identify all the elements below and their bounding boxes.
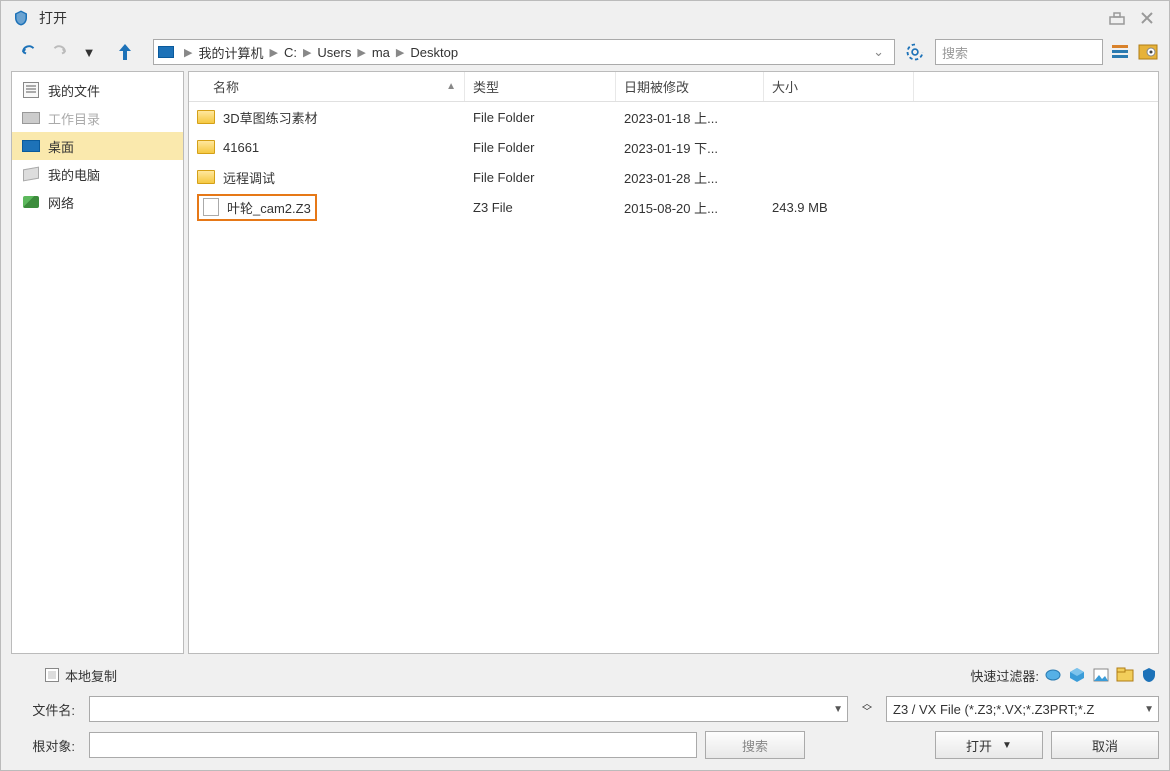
sidebar-item-workdir[interactable]: 工作目录 <box>12 104 183 132</box>
col-header-size[interactable]: 大小 <box>764 72 914 101</box>
table-row[interactable]: 叶轮_cam2.Z3 Z3 File 2015-08-20 上... 243.9… <box>189 192 1158 222</box>
filter-icon-3[interactable] <box>1091 665 1111 685</box>
breadcrumb-dropdown[interactable]: ⌄ <box>867 44 890 60</box>
app-icon <box>11 8 31 28</box>
breadcrumb-sep: ▶ <box>303 46 311 59</box>
table-row[interactable]: 3D草图练习素材 File Folder 2023-01-18 上... <box>189 102 1158 132</box>
sort-asc-icon: ▲ <box>446 81 456 92</box>
doc-icon <box>22 82 40 98</box>
filename-input[interactable]: ▼ <box>89 696 848 722</box>
file-list: 3D草图练习素材 File Folder 2023-01-18 上... 416… <box>189 102 1158 653</box>
monitor-icon <box>22 110 40 126</box>
computer-icon <box>22 166 40 182</box>
breadcrumb-item[interactable]: C: <box>284 45 297 60</box>
highlighted-file: 叶轮_cam2.Z3 <box>197 194 317 221</box>
cancel-button[interactable]: 取消 <box>1051 731 1159 759</box>
col-header-date[interactable]: 日期被修改 <box>616 72 764 101</box>
search-input[interactable]: 搜索 <box>935 39 1103 65</box>
up-button[interactable] <box>113 40 137 64</box>
sidebar-item-desktop[interactable]: 桌面 <box>12 132 183 160</box>
file-pane: 名称 ▲ 类型 日期被修改 大小 3D草图练习素材 File Folder 20… <box>188 71 1159 654</box>
quick-filter-group: 快速过滤器: <box>970 665 1159 685</box>
chevron-down-icon: ▼ <box>1138 704 1154 715</box>
sidebar-item-my-computer[interactable]: 我的电脑 <box>12 160 183 188</box>
breadcrumb-sep: ▶ <box>357 46 365 59</box>
chevron-down-icon: ▼ <box>1002 740 1012 751</box>
filename-label: 文件名: <box>11 700 81 719</box>
folder-icon <box>197 170 215 184</box>
breadcrumb-item[interactable]: ma <box>372 45 390 60</box>
sidebar-item-network[interactable]: 网络 <box>12 188 183 216</box>
main-area: 我的文件 工作目录 桌面 我的电脑 网络 名称 <box>11 71 1159 654</box>
close-button[interactable] <box>1135 6 1159 30</box>
root-object-label: 根对象: <box>11 736 81 755</box>
open-button[interactable]: 打开 ▼ <box>935 731 1043 759</box>
window-title: 打开 <box>39 8 67 28</box>
sidebar-item-my-files[interactable]: 我的文件 <box>12 76 183 104</box>
filetype-dropdown[interactable]: Z3 / VX File (*.Z3;*.VX;*.Z3PRT;*.Z ▼ <box>886 696 1159 722</box>
breadcrumb-sep: ▶ <box>269 46 277 59</box>
column-headers: 名称 ▲ 类型 日期被修改 大小 <box>189 72 1158 102</box>
folder-icon <box>197 140 215 154</box>
view-list-icon[interactable] <box>1109 41 1131 63</box>
sidebar-item-label: 网络 <box>48 193 74 212</box>
breadcrumb-item[interactable]: Users <box>317 45 351 60</box>
action-row: 根对象: 搜索 打开 ▼ 取消 <box>11 730 1159 760</box>
filter-icon-2[interactable] <box>1067 665 1087 685</box>
filter-icon-4[interactable] <box>1115 665 1135 685</box>
breadcrumb-sep: ▶ <box>396 46 404 59</box>
sidebar-item-label: 工作目录 <box>48 109 100 128</box>
breadcrumb-bar[interactable]: ▶ 我的计算机 ▶ C: ▶ Users ▶ ma ▶ Desktop ⌄ <box>153 39 895 65</box>
help-button[interactable] <box>1105 6 1129 30</box>
col-header-name[interactable]: 名称 ▲ <box>189 72 465 101</box>
preview-icon[interactable] <box>1137 41 1159 63</box>
search-button[interactable]: 搜索 <box>705 731 805 759</box>
folder-icon <box>197 110 215 124</box>
titlebar: 打开 <box>1 1 1169 35</box>
location-icon <box>158 46 174 58</box>
refresh-button[interactable] <box>901 38 929 66</box>
toolbar: ▼ ▶ 我的计算机 ▶ C: ▶ Users ▶ ma ▶ Desktop ⌄ … <box>1 35 1169 69</box>
sidebar-item-label: 我的文件 <box>48 81 100 100</box>
local-copy-checkbox[interactable] <box>45 668 59 682</box>
chevron-down-icon: ▼ <box>827 704 843 715</box>
breadcrumb-item[interactable]: 我的计算机 <box>198 43 263 62</box>
sidebar-item-label: 我的电脑 <box>48 165 100 184</box>
quick-filter-label: 快速过滤器: <box>970 666 1039 685</box>
table-row[interactable]: 41661 File Folder 2023-01-19 下... <box>189 132 1158 162</box>
local-copy-label: 本地复制 <box>65 666 117 685</box>
forward-button[interactable] <box>47 40 71 64</box>
back-button[interactable] <box>17 40 41 64</box>
search-placeholder: 搜索 <box>942 43 968 62</box>
root-object-input[interactable] <box>89 732 697 758</box>
col-header-type[interactable]: 类型 <box>465 72 616 101</box>
filter-icon-5[interactable] <box>1139 665 1159 685</box>
open-dialog-window: 打开 ▼ ▶ 我的计算机 ▶ C: ▶ Users ▶ ma ▶ <box>0 0 1170 771</box>
network-icon <box>22 194 40 210</box>
table-row[interactable]: 远程调试 File Folder 2023-01-28 上... <box>189 162 1158 192</box>
bottom-area: 本地复制 快速过滤器: 文件名: ▼ ︿﹀ Z3 / VX File (*.Z3… <box>1 658 1169 770</box>
sidebar-item-label: 桌面 <box>48 137 74 156</box>
breadcrumb-item[interactable]: Desktop <box>410 45 458 60</box>
expand-toggle[interactable]: ︿﹀ <box>856 701 878 717</box>
filter-icon-1[interactable] <box>1043 665 1063 685</box>
history-dropdown[interactable]: ▼ <box>77 40 101 64</box>
sidebar: 我的文件 工作目录 桌面 我的电脑 网络 <box>11 71 184 654</box>
options-row: 本地复制 快速过滤器: <box>11 662 1159 688</box>
filename-row: 文件名: ▼ ︿﹀ Z3 / VX File (*.Z3;*.VX;*.Z3PR… <box>11 694 1159 724</box>
monitor-icon <box>22 138 40 154</box>
file-icon <box>203 198 219 216</box>
breadcrumb-sep: ▶ <box>184 46 192 59</box>
